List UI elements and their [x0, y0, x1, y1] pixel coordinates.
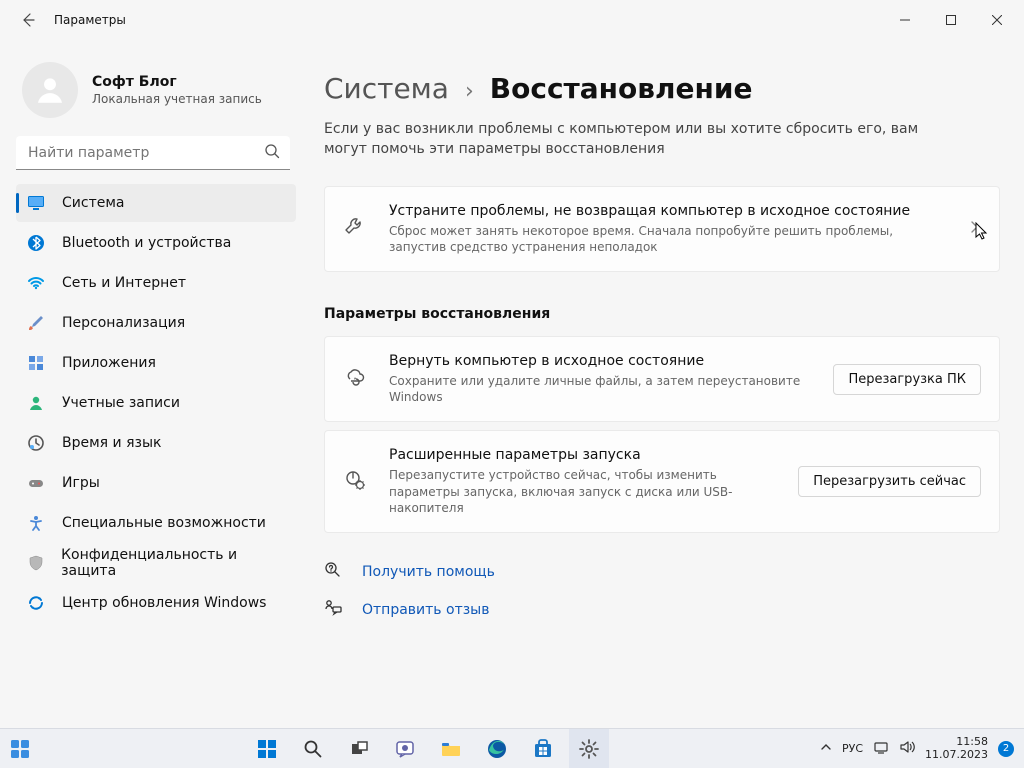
back-button[interactable] — [12, 4, 44, 36]
update-icon — [26, 593, 46, 613]
nav-accessibility[interactable]: Специальные возможности — [16, 504, 296, 542]
profile-name: Софт Блог — [92, 74, 262, 90]
edge-button[interactable] — [477, 729, 517, 768]
explorer-button[interactable] — [431, 729, 471, 768]
settings-button[interactable] — [569, 729, 609, 768]
maximize-button[interactable] — [928, 4, 974, 36]
chat-button[interactable] — [385, 729, 425, 768]
restart-now-button[interactable]: Перезагрузить сейчас — [798, 466, 981, 497]
card-troubleshoot[interactable]: Устраните проблемы, не возвращая компьют… — [324, 186, 1000, 272]
accessibility-icon — [26, 513, 46, 533]
nav-personalization[interactable]: Персонализация — [16, 304, 296, 342]
card-title: Расширенные параметры запуска — [389, 447, 778, 463]
clock-icon — [26, 433, 46, 453]
close-button[interactable] — [974, 4, 1020, 36]
profile[interactable]: Софт Блог Локальная учетная запись — [16, 56, 296, 136]
nav-label: Игры — [62, 475, 100, 491]
nav-privacy[interactable]: Конфиденциальность и защита — [16, 544, 296, 582]
task-view-button[interactable] — [339, 729, 379, 768]
volume-icon[interactable] — [899, 739, 915, 758]
clock-date: 11.07.2023 — [925, 749, 988, 762]
help-icon — [324, 561, 344, 583]
card-sub: Сброс может занять некоторое время. Снач… — [389, 223, 947, 255]
tray-overflow-icon[interactable] — [820, 741, 832, 756]
nav-label: Сеть и Интернет — [62, 275, 186, 291]
avatar — [22, 62, 78, 118]
titlebar: Параметры — [0, 0, 1024, 40]
bluetooth-icon — [26, 233, 46, 253]
link-label: Отправить отзыв — [362, 602, 489, 618]
nav-label: Конфиденциальность и защита — [61, 547, 286, 579]
taskbar: РУС 11:58 11.07.2023 2 — [0, 728, 1024, 768]
tray-language[interactable]: РУС — [842, 742, 863, 755]
feedback-link[interactable]: Отправить отзыв — [324, 599, 1000, 621]
gamepad-icon — [26, 473, 46, 493]
nav-label: Центр обновления Windows — [62, 595, 266, 611]
search-box[interactable] — [16, 136, 290, 170]
nav-label: Bluetooth и устройства — [62, 235, 231, 251]
page-description: Если у вас возникли проблемы с компьютер… — [324, 119, 964, 160]
nav-bluetooth[interactable]: Bluetooth и устройства — [16, 224, 296, 262]
get-help-link[interactable]: Получить помощь — [324, 561, 1000, 583]
feedback-icon — [324, 599, 344, 621]
nav-label: Система — [62, 195, 124, 211]
apps-icon — [26, 353, 46, 373]
chevron-right-icon — [967, 219, 981, 238]
nav-label: Специальные возможности — [62, 515, 266, 531]
clock[interactable]: 11:58 11.07.2023 — [925, 736, 988, 761]
profile-sub: Локальная учетная запись — [92, 92, 262, 106]
store-button[interactable] — [523, 729, 563, 768]
search-input[interactable] — [16, 136, 290, 170]
start-button[interactable] — [247, 729, 287, 768]
shield-icon — [26, 553, 45, 573]
nav-system[interactable]: Система — [16, 184, 296, 222]
minimize-button[interactable] — [882, 4, 928, 36]
main-content: Система › Восстановление Если у вас возн… — [300, 40, 1024, 728]
card-sub: Сохраните или удалите личные файлы, а за… — [389, 373, 813, 405]
monitor-icon — [26, 193, 46, 213]
clock-time: 11:58 — [925, 736, 988, 749]
brush-icon — [26, 313, 46, 333]
wifi-icon — [26, 273, 46, 293]
breadcrumb: Система › Восстановление — [324, 72, 1000, 105]
card-advanced-startup: Расширенные параметры запуска Перезапуст… — [324, 430, 1000, 533]
search-icon — [264, 143, 280, 163]
network-icon[interactable] — [873, 739, 889, 758]
nav-time[interactable]: Время и язык — [16, 424, 296, 462]
nav-label: Время и язык — [62, 435, 161, 451]
reset-pc-button[interactable]: Перезагрузка ПК — [833, 364, 981, 395]
cloud-reset-icon — [343, 365, 369, 393]
section-title: Параметры восстановления — [324, 306, 1000, 322]
link-label: Получить помощь — [362, 564, 495, 580]
window-title: Параметры — [54, 13, 126, 27]
sidebar: Софт Блог Локальная учетная запись Систе… — [0, 40, 300, 728]
card-title: Вернуть компьютер в исходное состояние — [389, 353, 813, 369]
breadcrumb-root[interactable]: Система — [324, 72, 449, 105]
card-title: Устраните проблемы, не возвращая компьют… — [389, 203, 947, 219]
nav-gaming[interactable]: Игры — [16, 464, 296, 502]
nav-accounts[interactable]: Учетные записи — [16, 384, 296, 422]
nav-network[interactable]: Сеть и Интернет — [16, 264, 296, 302]
power-gear-icon — [343, 468, 369, 496]
system-tray[interactable]: РУС 11:58 11.07.2023 2 — [816, 736, 1024, 761]
notification-badge[interactable]: 2 — [998, 741, 1014, 757]
chevron-right-icon: › — [465, 79, 474, 104]
person-icon — [26, 393, 46, 413]
page-title: Восстановление — [490, 72, 753, 105]
nav: Система Bluetooth и устройства Сеть и Ин… — [16, 184, 296, 622]
nav-update[interactable]: Центр обновления Windows — [16, 584, 296, 622]
nav-label: Приложения — [62, 355, 156, 371]
nav-apps[interactable]: Приложения — [16, 344, 296, 382]
widgets-button[interactable] — [0, 729, 40, 768]
nav-label: Учетные записи — [62, 395, 180, 411]
card-reset-pc: Вернуть компьютер в исходное состояние С… — [324, 336, 1000, 422]
search-button[interactable] — [293, 729, 333, 768]
nav-label: Персонализация — [62, 315, 185, 331]
wrench-icon — [343, 216, 369, 242]
card-sub: Перезапустите устройство сейчас, чтобы и… — [389, 467, 778, 516]
